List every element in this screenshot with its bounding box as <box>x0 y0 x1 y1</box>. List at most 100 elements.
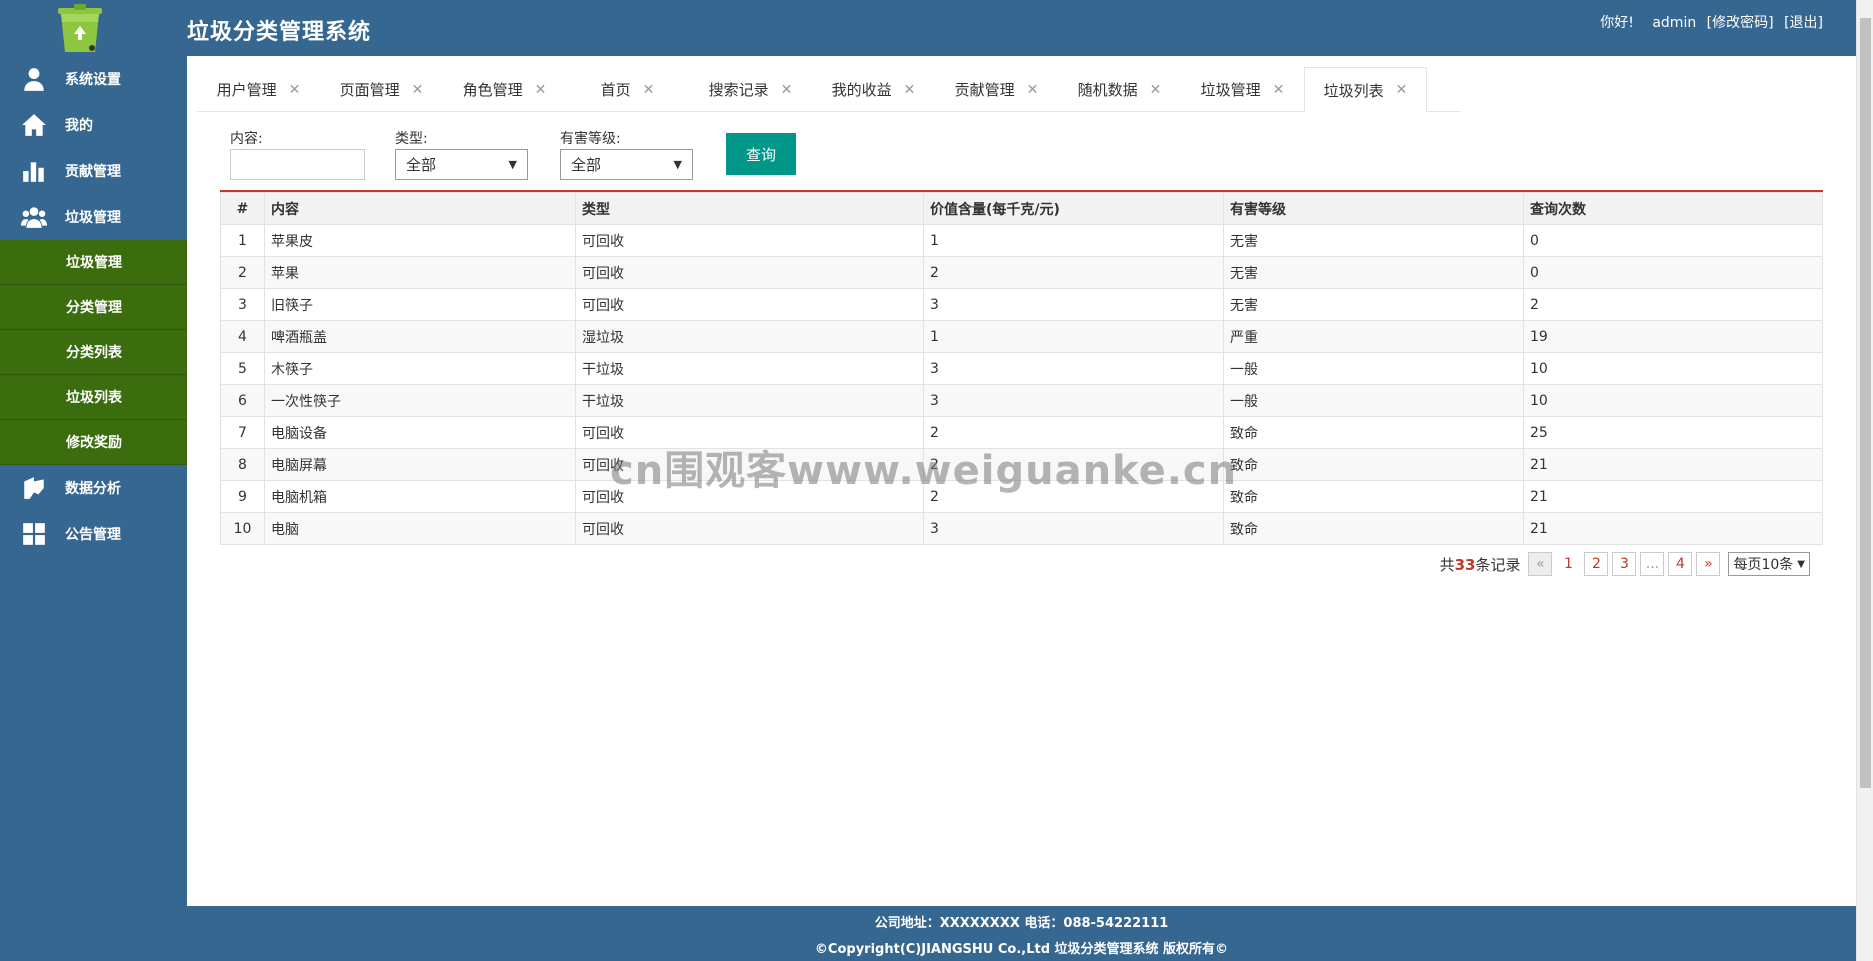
sidebar-item-label: 数据分析 <box>65 481 121 497</box>
sidebar-item-announcement[interactable]: 公告管理 <box>0 511 187 557</box>
tab-random-data[interactable]: 随机数据 ✕ <box>1058 67 1181 112</box>
tab-role-manage[interactable]: 角色管理 ✕ <box>443 67 566 112</box>
next-page-button[interactable]: » <box>1696 552 1721 576</box>
total-prefix: 共 <box>1439 555 1455 574</box>
content-filter: 内容: <box>230 129 365 180</box>
vertical-scrollbar[interactable] <box>1856 0 1873 961</box>
submenu-item-category-manage[interactable]: 分类管理 <box>0 285 187 330</box>
cell-harm-level: 一般 <box>1223 384 1524 417</box>
submenu-item-edit-reward[interactable]: 修改奖励 <box>0 420 187 465</box>
cell-type: 可回收 <box>575 512 924 545</box>
sidebar-item-garbage[interactable]: 垃圾管理 <box>0 194 187 240</box>
home-icon <box>19 112 49 138</box>
submenu-item-category-list[interactable]: 分类列表 <box>0 330 187 375</box>
cell-type: 干垃圾 <box>575 384 924 417</box>
column-header-value: 价值含量(每千克/元) <box>923 192 1224 225</box>
page-2-button[interactable]: 2 <box>1584 552 1609 576</box>
scrollbar-thumb[interactable] <box>1860 18 1871 788</box>
tab-search-records[interactable]: 搜索记录 ✕ <box>689 67 812 112</box>
column-header-content: 内容 <box>264 192 576 225</box>
sidebar-item-system-settings[interactable]: 系统设置 <box>0 56 187 102</box>
cell-content: 木筷子 <box>264 352 576 385</box>
tab-user-manage[interactable]: 用户管理 ✕ <box>197 67 320 112</box>
cell-query-count: 21 <box>1523 512 1823 545</box>
close-icon[interactable]: ✕ <box>904 82 916 98</box>
page-ellipsis: ... <box>1640 552 1665 576</box>
pagination: 共33条记录 « 1 2 3 ... 4 » 每页10条 ▼ <box>1440 552 1810 576</box>
tab-label: 搜索记录 <box>708 81 769 99</box>
submenu-item-garbage-manage[interactable]: 垃圾管理 <box>0 240 187 285</box>
tab-label: 贡献管理 <box>954 81 1015 99</box>
cell-value: 3 <box>923 384 1224 417</box>
cell-query-count: 0 <box>1523 224 1823 257</box>
cell-index: 5 <box>220 352 265 385</box>
cell-index: 2 <box>220 256 265 289</box>
cell-content: 苹果 <box>264 256 576 289</box>
page-3-button[interactable]: 3 <box>1612 552 1637 576</box>
cell-harm-level: 致命 <box>1223 512 1524 545</box>
total-suffix: 条记录 <box>1475 555 1521 574</box>
cell-query-count: 19 <box>1523 320 1823 353</box>
chevron-down-icon: ▼ <box>1797 558 1805 570</box>
tab-garbage-list[interactable]: 垃圾列表 ✕ <box>1304 67 1427 113</box>
cell-type: 干垃圾 <box>575 352 924 385</box>
query-button[interactable]: 查询 <box>726 133 796 175</box>
tab-label: 我的收益 <box>831 81 892 99</box>
table-row: 3 旧筷子 可回收 3 无害 2 <box>220 288 1823 321</box>
close-icon[interactable]: ✕ <box>412 82 424 98</box>
tab-home[interactable]: 首页 ✕ <box>566 67 689 112</box>
prev-page-button[interactable]: « <box>1528 552 1553 576</box>
cell-harm-level: 致命 <box>1223 480 1524 513</box>
table-row: 2 苹果 可回收 2 无害 0 <box>220 256 1823 289</box>
cell-index: 4 <box>220 320 265 353</box>
sidebar-item-contribution[interactable]: 贡献管理 <box>0 148 187 194</box>
level-select-value: 全部 <box>571 156 602 174</box>
greeting-text: 你好! <box>1600 15 1634 31</box>
table-header-row: # 内容 类型 价值含量(每千克/元) 有害等级 查询次数 <box>220 192 1823 225</box>
cell-value: 1 <box>923 224 1224 257</box>
sidebar-item-data-analysis[interactable]: 数据分析 <box>0 465 187 511</box>
cell-value: 1 <box>923 320 1224 353</box>
close-icon[interactable]: ✕ <box>1027 82 1039 98</box>
type-select[interactable]: 全部 ▼ <box>395 149 528 180</box>
page-1-button[interactable]: 1 <box>1556 552 1581 576</box>
tab-label: 首页 <box>600 81 631 99</box>
level-label: 有害等级: <box>560 131 621 147</box>
column-header-index: # <box>220 192 265 225</box>
user-icon <box>19 66 49 92</box>
tab-label: 角色管理 <box>462 81 523 99</box>
cell-type: 可回收 <box>575 224 924 257</box>
cell-value: 3 <box>923 288 1224 321</box>
cell-index: 9 <box>220 480 265 513</box>
tab-label: 随机数据 <box>1077 81 1138 99</box>
submenu-item-garbage-list[interactable]: 垃圾列表 <box>0 375 187 420</box>
close-icon[interactable]: ✕ <box>535 82 547 98</box>
tab-garbage-manage[interactable]: 垃圾管理 ✕ <box>1181 67 1304 112</box>
cell-query-count: 25 <box>1523 416 1823 449</box>
close-icon[interactable]: ✕ <box>781 82 793 98</box>
sidebar-item-label: 公告管理 <box>65 527 121 543</box>
sidebar-item-mine[interactable]: 我的 <box>0 102 187 148</box>
tab-my-earnings[interactable]: 我的收益 ✕ <box>812 67 935 112</box>
tab-page-manage[interactable]: 页面管理 ✕ <box>320 67 443 112</box>
content-input[interactable] <box>230 149 365 180</box>
logout-link[interactable]: [退出] <box>1784 15 1823 31</box>
close-icon[interactable]: ✕ <box>289 82 301 98</box>
page-4-button[interactable]: 4 <box>1668 552 1693 576</box>
cell-harm-level: 无害 <box>1223 256 1524 289</box>
footer: 公司地址：XXXXXXXX 电话：088-54222111 ©Copyright… <box>187 906 1856 961</box>
change-password-link[interactable]: [修改密码] <box>1707 15 1774 31</box>
top-header: 垃圾分类管理系统 你好! admin [修改密码] [退出] <box>0 0 1873 56</box>
close-icon[interactable]: ✕ <box>1396 82 1408 98</box>
cell-content: 旧筷子 <box>264 288 576 321</box>
cell-harm-level: 无害 <box>1223 288 1524 321</box>
table-row: 6 一次性筷子 干垃圾 3 一般 10 <box>220 384 1823 417</box>
sidebar-item-label: 贡献管理 <box>65 164 121 180</box>
page-size-select[interactable]: 每页10条 ▼ <box>1728 552 1810 576</box>
tab-contribution-manage[interactable]: 贡献管理 ✕ <box>935 67 1058 112</box>
level-select[interactable]: 全部 ▼ <box>560 149 693 180</box>
close-icon[interactable]: ✕ <box>643 82 655 98</box>
close-icon[interactable]: ✕ <box>1150 82 1162 98</box>
close-icon[interactable]: ✕ <box>1273 82 1285 98</box>
chevron-down-icon: ▼ <box>508 158 517 171</box>
